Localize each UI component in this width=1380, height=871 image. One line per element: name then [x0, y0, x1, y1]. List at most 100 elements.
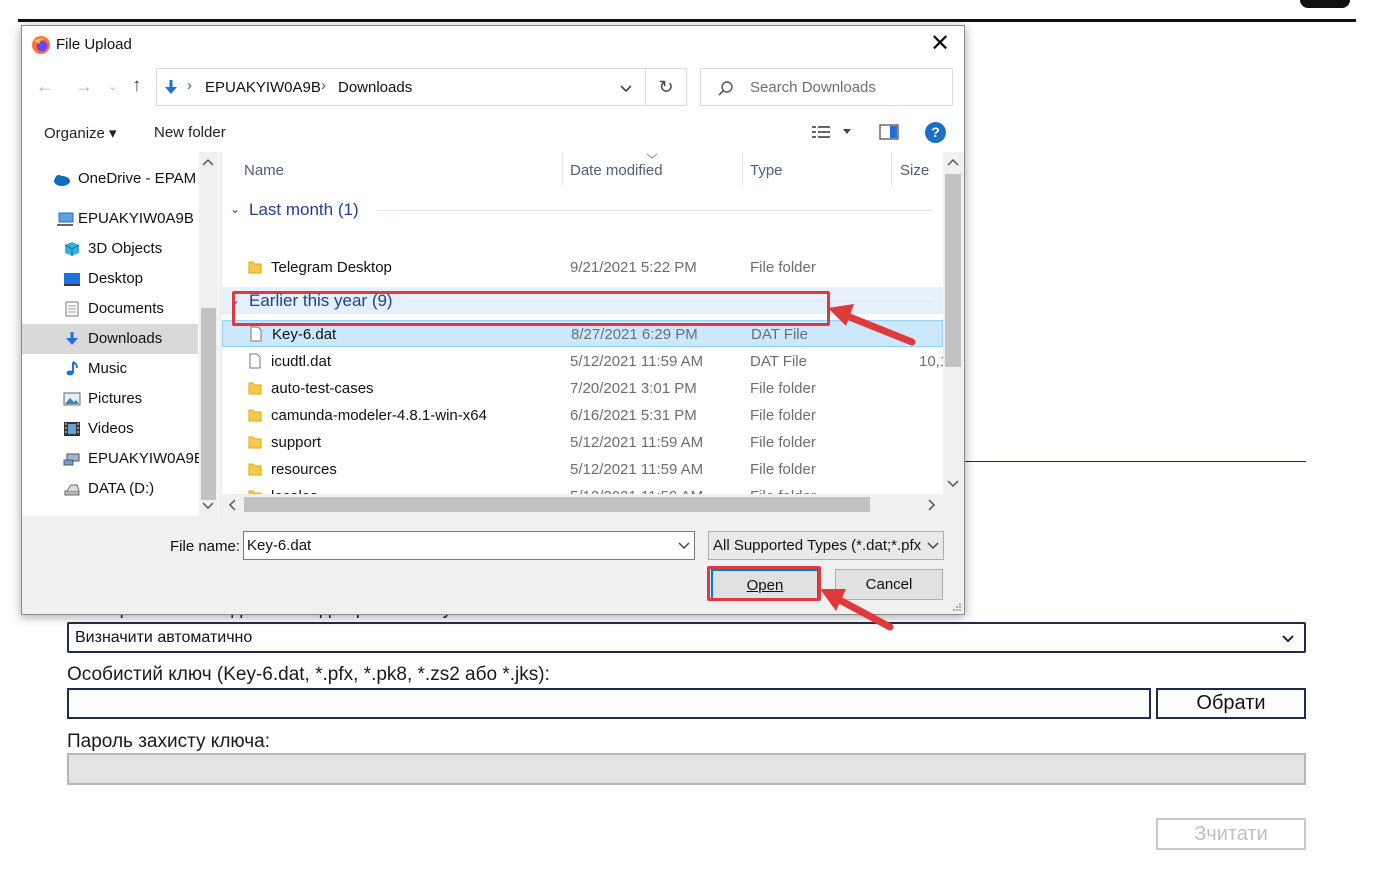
forward-icon[interactable]: → — [75, 76, 93, 97]
breadcrumb-computer[interactable]: EPUAKYIW0A9B — [205, 79, 321, 96]
close-icon: ✕ — [929, 30, 951, 57]
chevron-down-icon — [1282, 635, 1294, 643]
nav-item-label: 3D Objects — [88, 240, 163, 257]
column-header-type[interactable]: Type — [750, 162, 783, 179]
file-type: DAT File — [750, 353, 807, 370]
downloads-folder-icon — [165, 80, 177, 94]
file-name-dropdown-icon[interactable] — [678, 542, 690, 550]
view-dropdown-icon[interactable] — [842, 128, 852, 136]
file-list-scroll-thumb[interactable] — [945, 174, 961, 367]
nav-item-data-drive[interactable]: DATA (D:) — [22, 474, 198, 504]
file-size: 10,1 — [919, 353, 943, 370]
file-list-horizontal-thumb[interactable] — [244, 497, 870, 512]
file-row[interactable]: Telegram Desktop 9/21/2021 5:22 PM File … — [222, 254, 943, 281]
3d-objects-icon — [64, 242, 80, 256]
navigation-pane-scroll-thumb[interactable] — [201, 308, 216, 500]
file-name: Key-6.dat — [272, 326, 337, 343]
column-separator — [742, 152, 743, 186]
provider-select[interactable]: Визначити автоматично — [67, 622, 1306, 653]
nav-item-label: DATA (D:) — [88, 480, 155, 497]
file-row[interactable]: auto-test-cases 7/20/2021 3:01 PM File f… — [222, 375, 943, 402]
read-key-button[interactable]: Зчитати — [1156, 818, 1306, 850]
dialog-title: File Upload — [56, 36, 132, 53]
file-name: icudtl.dat — [271, 353, 332, 370]
recent-locations-icon[interactable]: ⌄ — [108, 80, 117, 93]
file-row[interactable]: support 5/12/2021 11:59 AM File folder — [222, 429, 943, 456]
red-arrow-icon — [828, 304, 916, 346]
nav-item-label: Music — [88, 360, 128, 377]
firefox-icon — [32, 36, 50, 54]
nav-item-downloads[interactable]: Downloads — [22, 324, 198, 354]
file-type: DAT File — [751, 326, 808, 343]
nav-item-network-drive[interactable]: EPUAKYIW0A9B — [22, 444, 204, 474]
file-name-label: File name: — [170, 538, 241, 555]
file-row[interactable]: icudtl.dat 5/12/2021 11:59 AM DAT File 1… — [222, 348, 943, 375]
nav-item-documents[interactable]: Documents — [22, 294, 198, 324]
nav-item-label: Videos — [88, 420, 134, 437]
red-arrow-icon — [820, 589, 894, 631]
nav-item-music[interactable]: Music — [22, 354, 198, 384]
column-header-date[interactable]: Date modified — [570, 162, 663, 179]
new-folder-button[interactable]: New folder — [154, 124, 226, 141]
preview-pane-icon[interactable] — [879, 124, 899, 140]
scroll-down-icon[interactable] — [202, 502, 214, 510]
resize-grip-icon[interactable] — [952, 602, 962, 612]
nav-item-desktop[interactable]: Desktop — [22, 264, 198, 294]
nav-item-pictures[interactable]: Pictures — [22, 384, 198, 414]
dialog-titlebar: File Upload ✕ — [22, 26, 964, 62]
column-header-name[interactable]: Name — [244, 162, 284, 179]
nav-item-label: Documents — [88, 300, 164, 317]
navigation-pane: OneDrive - EPAM EPUAKYIW0A9B 3D Objects … — [22, 152, 219, 516]
refresh-button[interactable]: ↻ — [646, 68, 687, 106]
chevron-down-icon — [927, 542, 939, 550]
column-header-size[interactable]: Size — [900, 162, 929, 179]
key-password-input[interactable] — [67, 753, 1306, 785]
help-icon[interactable]: ? — [925, 122, 946, 143]
nav-item-computer[interactable]: EPUAKYIW0A9B — [22, 204, 198, 234]
nav-item-videos[interactable]: Videos — [22, 414, 198, 444]
file-type-value: All Supported Types (*.dat;*.pfx — [713, 537, 922, 554]
view-options-icon[interactable] — [812, 125, 832, 139]
file-row[interactable]: camunda-modeler-4.8.1-win-x64 6/16/2021 … — [222, 402, 943, 429]
organize-menu[interactable]: Organize ▾ — [44, 124, 117, 142]
computer-icon — [57, 212, 74, 226]
nav-item-label: Pictures — [88, 390, 143, 407]
nav-item-label: EPUAKYIW0A9B — [88, 450, 204, 467]
breadcrumb-downloads[interactable]: Downloads — [338, 79, 412, 96]
file-name-input[interactable]: Key-6.dat — [243, 531, 695, 560]
downloads-icon — [66, 332, 78, 345]
column-separator — [562, 152, 563, 186]
nav-item-label: Downloads — [88, 330, 163, 347]
choose-file-button[interactable]: Обрати — [1156, 688, 1306, 719]
file-row[interactable]: resources 5/12/2021 11:59 AM File folder — [222, 456, 943, 483]
address-dropdown-icon[interactable] — [619, 84, 633, 94]
file-type: File folder — [750, 461, 816, 478]
file-name-value: Key-6.dat — [247, 537, 312, 554]
file-name: support — [271, 434, 322, 451]
scroll-up-icon[interactable] — [947, 158, 959, 166]
search-box[interactable]: Search Downloads — [700, 68, 953, 106]
address-bar[interactable]: › EPUAKYIW0A9B › Downloads — [156, 68, 646, 106]
group-header-last-month[interactable]: Last month (1) — [249, 200, 359, 220]
file-icon — [249, 353, 261, 369]
private-key-input[interactable] — [67, 688, 1151, 719]
nav-item-3d-objects[interactable]: 3D Objects — [22, 234, 198, 264]
file-type: File folder — [750, 434, 816, 451]
nav-item-onedrive[interactable]: OneDrive - EPAM — [22, 164, 198, 194]
scroll-right-icon[interactable] — [928, 499, 936, 511]
scroll-down-icon[interactable] — [947, 480, 959, 488]
close-button[interactable]: ✕ — [925, 32, 955, 58]
folder-icon — [248, 436, 262, 449]
file-date: 6/16/2021 5:31 PM — [570, 407, 697, 424]
group-collapse-icon[interactable]: ⌄ — [230, 202, 240, 216]
music-icon — [66, 361, 78, 376]
file-type-select[interactable]: All Supported Types (*.dat;*.pfx — [708, 531, 944, 560]
search-placeholder: Search Downloads — [750, 79, 876, 96]
scroll-left-icon[interactable] — [228, 499, 236, 511]
scroll-up-icon[interactable] — [202, 158, 214, 166]
up-icon[interactable]: ↑ — [132, 75, 142, 97]
highlight-selected-file — [232, 291, 830, 326]
file-name: resources — [271, 461, 337, 478]
highlight-open-button — [707, 566, 821, 601]
back-icon[interactable]: ← — [36, 76, 54, 97]
